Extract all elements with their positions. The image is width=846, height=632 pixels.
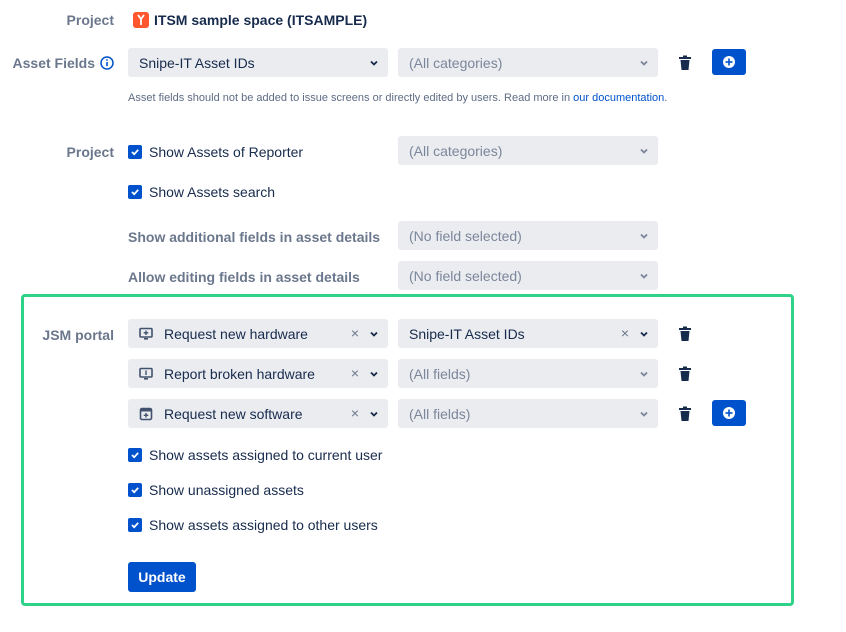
- chevron-down-icon: [640, 411, 648, 417]
- hint-text: Asset fields should not be added to issu…: [128, 92, 574, 104]
- request-type-value-1: Request new hardware: [164, 325, 308, 342]
- show-current-user-assets-checkbox[interactable]: Show assets assigned to current user: [128, 447, 382, 463]
- editing-fields-select[interactable]: (No field selected): [398, 261, 658, 290]
- chevron-down-icon: [640, 331, 648, 337]
- chevron-down-icon: [640, 273, 648, 279]
- show-unassigned-assets-label: Show unassigned assets: [149, 482, 304, 498]
- checkbox-checked-icon: [128, 145, 142, 159]
- asset-field-select[interactable]: Snipe-IT Asset IDs: [128, 48, 388, 77]
- asset-category-select[interactable]: (All categories): [398, 48, 658, 77]
- chevron-down-icon: [370, 331, 378, 337]
- chevron-down-icon: [640, 60, 648, 66]
- additional-fields-label: Show additional fields in asset details: [128, 229, 381, 245]
- update-button[interactable]: Update: [128, 562, 196, 592]
- asset-category-select-value: (All categories): [409, 54, 503, 71]
- clear-icon[interactable]: ×: [351, 406, 359, 420]
- show-other-users-assets-label: Show assets assigned to other users: [149, 517, 378, 533]
- checkbox-checked-icon: [128, 448, 142, 462]
- chevron-down-icon: [370, 371, 378, 377]
- clear-icon[interactable]: ×: [351, 326, 359, 340]
- project-avatar-icon: [133, 12, 149, 28]
- additional-fields-select-value: (No field selected): [409, 227, 522, 244]
- add-asset-field-button[interactable]: [712, 49, 746, 75]
- editing-fields-label: Allow editing fields in asset details: [128, 269, 360, 285]
- asset-fields-label-text: Asset Fields: [12, 55, 95, 71]
- additional-fields-select[interactable]: (No field selected): [398, 221, 658, 250]
- portal-field-value-2: (All fields): [409, 365, 471, 382]
- documentation-link[interactable]: our documentation: [573, 92, 664, 104]
- show-assets-search-checkbox[interactable]: Show Assets search: [128, 184, 275, 200]
- checkbox-checked-icon: [128, 518, 142, 532]
- request-type-value-3: Request new software: [164, 405, 303, 422]
- show-reporter-assets-label: Show Assets of Reporter: [149, 144, 304, 160]
- chevron-down-icon: [640, 148, 648, 154]
- clear-icon[interactable]: ×: [351, 366, 359, 380]
- request-type-select-3[interactable]: Request new software ×: [128, 399, 388, 428]
- monitor-icon: [139, 367, 153, 381]
- show-current-user-assets-label: Show assets assigned to current user: [149, 447, 383, 463]
- chevron-down-icon: [370, 411, 378, 417]
- software-box-icon: [139, 407, 153, 421]
- editing-fields-select-value: (No field selected): [409, 267, 522, 284]
- checkbox-checked-icon: [128, 185, 142, 199]
- trash-icon[interactable]: [678, 326, 692, 342]
- asset-fields-label: Asset Fields: [13, 55, 114, 71]
- checkbox-checked-icon: [128, 483, 142, 497]
- jsm-portal-label: JSM portal: [42, 327, 114, 343]
- portal-field-select-3[interactable]: (All fields): [398, 399, 658, 428]
- project-label: Project: [66, 12, 114, 28]
- show-assets-search-label: Show Assets search: [149, 184, 276, 200]
- request-type-value-2: Report broken hardware: [164, 365, 315, 382]
- show-reporter-assets-checkbox[interactable]: Show Assets of Reporter: [128, 144, 303, 160]
- portal-field-value-3: (All fields): [409, 405, 471, 422]
- add-portal-row-button[interactable]: [712, 400, 746, 426]
- show-other-users-assets-checkbox[interactable]: Show assets assigned to other users: [128, 517, 378, 533]
- plus-circle-icon: [723, 56, 735, 68]
- project-section-label: Project: [66, 144, 114, 160]
- clear-icon[interactable]: ×: [621, 326, 629, 340]
- trash-icon[interactable]: [678, 406, 692, 422]
- info-icon[interactable]: [100, 56, 114, 70]
- portal-field-select-2[interactable]: (All fields): [398, 359, 658, 388]
- hint-suffix: .: [664, 92, 668, 104]
- reporter-category-select[interactable]: (All categories): [398, 136, 658, 165]
- request-type-select-1[interactable]: Request new hardware ×: [128, 319, 388, 348]
- monitor-icon: [139, 327, 153, 341]
- plus-circle-icon: [723, 407, 735, 419]
- portal-field-value-1: Snipe-IT Asset IDs: [409, 325, 525, 342]
- trash-icon[interactable]: [678, 366, 692, 382]
- request-type-select-2[interactable]: Report broken hardware ×: [128, 359, 388, 388]
- chevron-down-icon: [640, 371, 648, 377]
- show-unassigned-assets-checkbox[interactable]: Show unassigned assets: [128, 482, 304, 498]
- chevron-down-icon: [640, 233, 648, 239]
- chevron-down-icon: [370, 60, 378, 66]
- asset-fields-hint: Asset fields should not be added to issu…: [128, 92, 667, 104]
- portal-field-select-1[interactable]: Snipe-IT Asset IDs ×: [398, 319, 658, 348]
- project-name: ITSM sample space (ITSAMPLE): [154, 12, 368, 28]
- trash-icon[interactable]: [678, 55, 692, 71]
- reporter-category-select-value: (All categories): [409, 142, 503, 159]
- asset-field-select-value: Snipe-IT Asset IDs: [139, 54, 255, 71]
